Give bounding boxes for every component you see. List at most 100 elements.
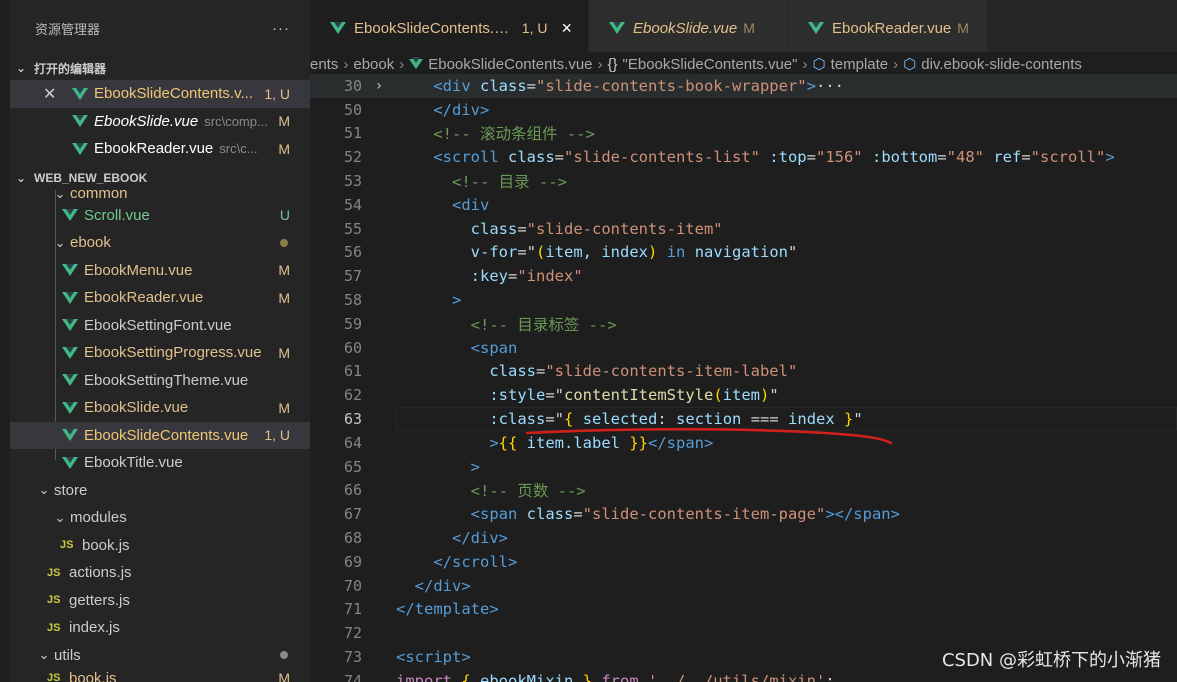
file-item[interactable]: EbookSettingProgress.vue M	[10, 339, 310, 367]
code-token: navigation	[694, 243, 789, 262]
more-actions-icon[interactable]: ···	[272, 20, 290, 37]
folder-item[interactable]: ⌄ common	[10, 189, 310, 203]
folder-item[interactable]: ⌄ utils	[10, 642, 310, 670]
project-section-header[interactable]: ⌄ WEB_NEW_EBOOK	[10, 166, 310, 190]
fold-chevron-icon[interactable]: ›	[362, 78, 396, 94]
code-text: >	[396, 458, 480, 476]
file-name: EbookSlideContents.vue	[84, 426, 249, 444]
code-line[interactable]: 59 <!-- 目录标签 -->	[310, 312, 1177, 336]
tab-ebookslidecontents[interactable]: EbookSlideContents.vue 1, U ×	[310, 0, 589, 56]
code-line[interactable]: 64 >{{ item.label }}</span>	[310, 431, 1177, 455]
folder-name: utils	[54, 646, 81, 664]
chevron-down-icon: ⌄	[54, 189, 66, 201]
folder-item[interactable]: ⌄ ebook	[10, 229, 310, 257]
close-icon[interactable]: ×	[561, 18, 572, 39]
tab-label: EbookReader.vue	[832, 19, 952, 37]
file-item[interactable]: JS book.js	[10, 532, 310, 560]
code-line[interactable]: 50 </div>	[310, 98, 1177, 122]
open-editor-item[interactable]: EbookSlide.vue src\comp... M	[10, 108, 310, 136]
code-line[interactable]: 66 <!-- 页数 -->	[310, 479, 1177, 503]
tab-status: M	[957, 20, 969, 36]
code-line[interactable]: 57 :key="index"	[310, 264, 1177, 288]
file-item[interactable]: JS book.js M	[10, 669, 310, 682]
close-icon[interactable]: ✕	[43, 84, 56, 104]
file-item[interactable]: Scroll.vue U	[10, 202, 310, 230]
code-token: :class	[489, 410, 546, 429]
folder-item[interactable]: ⌄ modules	[10, 504, 310, 532]
open-editors-section-header[interactable]: ⌄ 打开的编辑器	[10, 56, 310, 80]
code-line[interactable]: 69 </scroll>	[310, 550, 1177, 574]
breadcrumb-item[interactable]: EbookSlideContents.vue	[428, 56, 592, 73]
chevron-right-icon: ›	[597, 55, 603, 73]
tab-ebookslide[interactable]: EbookSlide.vue M	[589, 0, 788, 56]
code-editor[interactable]: 30 › <div class="slide-contents-book-wrap…	[310, 74, 1177, 682]
vue-file-icon	[62, 291, 78, 304]
line-number: 64	[343, 433, 362, 452]
code-line[interactable]: 62 :style="contentItemStyle(item)"	[310, 383, 1177, 407]
tab-ebookreader[interactable]: EbookReader.vue M	[788, 0, 988, 56]
code-line[interactable]: 52 <scroll class="slide-contents-list" :…	[310, 145, 1177, 169]
code-token: =	[545, 386, 555, 405]
vue-file-icon	[72, 115, 88, 128]
code-line[interactable]: 55 class="slide-contents-item"	[310, 217, 1177, 241]
file-item[interactable]: EbookMenu.vue M	[10, 257, 310, 285]
code-line[interactable]: 71 </template>	[310, 598, 1177, 622]
code-token: contentItemStyle	[564, 386, 714, 405]
file-name: EbookSlide.vue	[84, 399, 189, 417]
breadcrumb-item[interactable]: "EbookSlideContents.vue"	[623, 56, 798, 73]
line-number: 53	[343, 172, 362, 191]
code-token: <div	[452, 195, 490, 214]
code-line[interactable]: 51 <!-- 滚动条组件 -->	[310, 122, 1177, 146]
code-token: class	[498, 148, 555, 167]
file-item[interactable]: EbookSlide.vue M	[10, 394, 310, 422]
code-line[interactable]: 72	[310, 621, 1177, 645]
open-editor-item[interactable]: EbookReader.vue src\c... M	[10, 135, 310, 163]
code-token: "	[769, 386, 779, 405]
file-item[interactable]: JS actions.js	[10, 559, 310, 587]
code-line[interactable]: 68 </div>	[310, 526, 1177, 550]
code-token: :bottom	[862, 148, 938, 167]
code-token: >	[806, 76, 816, 95]
code-line[interactable]: 67 <span class="slide-contents-item-page…	[310, 502, 1177, 526]
code-token: =	[536, 362, 546, 381]
code-line[interactable]: 54 <div	[310, 193, 1177, 217]
code-token: =	[545, 410, 555, 429]
explorer-title: 资源管理器	[35, 21, 101, 37]
breadcrumb-item[interactable]: ents	[310, 56, 338, 73]
code-line[interactable]: 65 >	[310, 455, 1177, 479]
breadcrumb-item[interactable]: template	[831, 56, 889, 73]
breadcrumb-item[interactable]: div.ebook-slide-contents	[921, 56, 1082, 73]
file-item[interactable]: EbookSettingTheme.vue	[10, 367, 310, 395]
code-token: "slide-contents-book-wrapper"	[536, 76, 807, 95]
code-line[interactable]: 30 › <div class="slide-contents-book-wrap…	[310, 74, 1177, 98]
file-item[interactable]: EbookReader.vue M	[10, 284, 310, 312]
folder-item[interactable]: ⌄ store	[10, 477, 310, 505]
vue-file-icon	[72, 142, 88, 155]
code-text: :key="index"	[396, 267, 583, 285]
code-line[interactable]: 60 <span	[310, 336, 1177, 360]
code-line[interactable]: 58 >	[310, 288, 1177, 312]
code-line[interactable]: 61 class="slide-contents-item-label"	[310, 360, 1177, 384]
file-item[interactable]: EbookSlideContents.vue 1, U	[10, 421, 310, 449]
code-line[interactable]: 70 </div>	[310, 574, 1177, 598]
code-line[interactable]: 63 :class="{ selected: section === index…	[310, 407, 1177, 431]
vue-file-icon	[808, 22, 824, 34]
file-item[interactable]: JS getters.js	[10, 587, 310, 615]
code-line[interactable]: 56 v-for="(item, index) in navigation"	[310, 241, 1177, 265]
breadcrumb-item[interactable]: ebook	[353, 56, 394, 73]
file-item[interactable]: EbookSettingFont.vue	[10, 312, 310, 340]
file-item[interactable]: JS index.js	[10, 614, 310, 642]
folder-name: store	[54, 481, 88, 499]
code-token: class	[517, 505, 574, 524]
file-item[interactable]: EbookTitle.vue	[10, 449, 310, 477]
open-editor-item[interactable]: ✕ EbookSlideContents.v... 1, U	[10, 80, 310, 108]
code-line[interactable]: 53 <!-- 目录 -->	[310, 169, 1177, 193]
code-token: <!-- 页数 -->	[470, 482, 586, 501]
